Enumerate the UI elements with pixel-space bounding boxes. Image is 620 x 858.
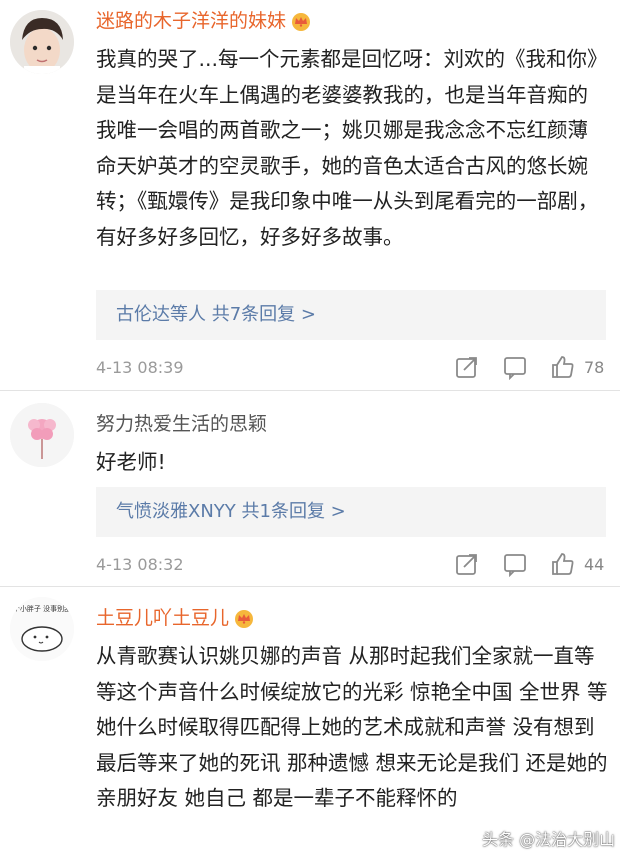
timestamp: 4-13 08:32 xyxy=(96,554,184,574)
username[interactable]: 迷路的木子洋洋的妹妹 xyxy=(96,8,312,34)
comment-meta: 4-13 08:39 78 xyxy=(96,352,608,382)
username-text[interactable]: 迷路的木子洋洋的妹妹 xyxy=(96,8,286,34)
replies-link[interactable]: 古伦达等人 共7条回复 > xyxy=(96,290,606,340)
like-icon[interactable] xyxy=(550,551,576,577)
avatar[interactable] xyxy=(10,403,74,467)
avatar[interactable] xyxy=(10,10,74,74)
crown-icon xyxy=(235,610,254,628)
comment-meta: 4-13 08:32 44 xyxy=(96,549,608,579)
watermark: 头条 @法治大别山 xyxy=(482,830,616,849)
share-icon[interactable] xyxy=(454,354,480,380)
comment-text: 从青歌赛认识姚贝娜的声音 从那时起我们全家就一直等 等这个声音什么时候绽放它的光… xyxy=(96,644,608,810)
comment-2: 努力热爱生活的思颖 好老师! 气愤淡雅XNYY 共1条回复 > 4-13 08:… xyxy=(0,391,620,585)
like-count: 44 xyxy=(584,554,605,574)
username[interactable]: 土豆儿吖土豆儿 xyxy=(96,605,255,631)
action-bar: 44 xyxy=(432,551,608,577)
like-count: 78 xyxy=(584,357,605,377)
comment-3: 送一个小胖子 没事别乱摸他 土豆儿吖土豆儿 从青歌赛认识姚贝娜的声音 从那时起我… xyxy=(0,587,620,858)
share-icon[interactable] xyxy=(454,551,480,577)
username-text[interactable]: 土豆儿吖土豆儿 xyxy=(96,605,229,631)
like-button[interactable]: 78 xyxy=(550,354,608,380)
replies-link[interactable]: 气愤淡雅XNYY 共1条回复 > xyxy=(96,487,606,537)
svg-text:送一个小胖子 没事别乱摸他: 送一个小胖子 没事别乱摸他 xyxy=(10,604,74,613)
crown-icon xyxy=(292,13,311,31)
timestamp: 4-13 08:39 xyxy=(96,357,184,377)
comment-icon[interactable] xyxy=(502,551,528,577)
comment-text: 我真的哭了...每一个元素都是回忆呀：刘欢的《我和你》是当年在火车上偶遇的老婆婆… xyxy=(96,47,608,249)
like-icon[interactable] xyxy=(550,354,576,380)
comment-1: 迷路的木子洋洋的妹妹 我真的哭了...每一个元素都是回忆呀：刘欢的《我和你》是当… xyxy=(0,0,620,386)
username[interactable]: 努力热爱生活的思颖 xyxy=(96,411,267,437)
action-bar: 78 xyxy=(432,354,608,380)
like-button[interactable]: 44 xyxy=(550,551,608,577)
username-text[interactable]: 努力热爱生活的思颖 xyxy=(96,411,267,437)
comment-icon[interactable] xyxy=(502,354,528,380)
avatar[interactable]: 送一个小胖子 没事别乱摸他 xyxy=(10,597,74,661)
comment-text: 好老师! xyxy=(96,450,166,474)
